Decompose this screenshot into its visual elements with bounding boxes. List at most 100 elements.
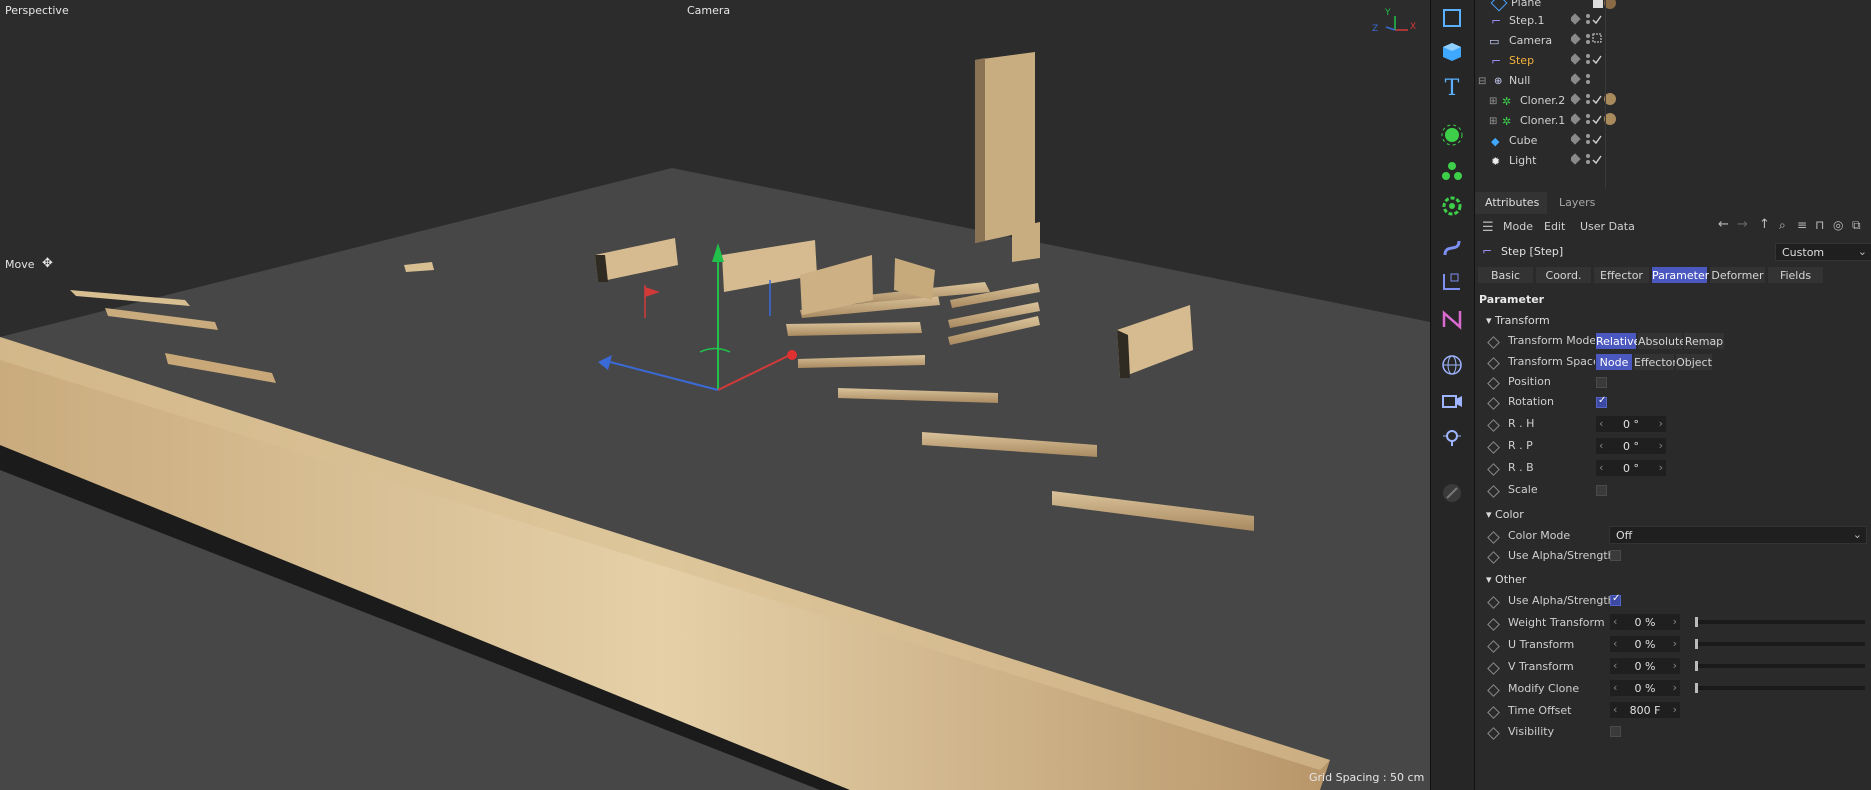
keyframe-icon[interactable] <box>1487 684 1500 697</box>
transform-section-header[interactable]: ▾ Transform <box>1486 314 1550 327</box>
back-arrow-icon[interactable]: ← <box>1718 217 1729 232</box>
new-window-icon[interactable]: ⧉ <box>1852 218 1861 233</box>
text-icon[interactable]: T <box>1437 73 1467 103</box>
other-alpha-checkbox[interactable] <box>1610 593 1621 606</box>
rectangle-spline-icon[interactable] <box>1437 3 1467 33</box>
color-alpha-checkbox[interactable] <box>1610 550 1621 561</box>
modify-clone-label: Modify Clone <box>1508 682 1580 695</box>
menu-mode[interactable]: Mode <box>1503 220 1533 233</box>
keyframe-icon[interactable] <box>1487 441 1500 454</box>
keyframe-icon[interactable] <box>1487 357 1500 370</box>
keyframe-icon[interactable] <box>1487 662 1500 675</box>
expand-icon[interactable]: ⊞ <box>1489 96 1497 107</box>
weight-transform-slider[interactable] <box>1695 617 1865 627</box>
modify-clone-field[interactable]: ‹ 0 % › <box>1609 679 1681 697</box>
object-row-step[interactable]: ⌐ Step <box>1475 51 1871 71</box>
cube-icon[interactable] <box>1437 37 1467 67</box>
cube-icon: ◆ <box>1491 134 1500 148</box>
v-transform-slider[interactable] <box>1695 661 1865 671</box>
deformer-icon[interactable] <box>1437 233 1467 263</box>
rb-field[interactable]: ‹ 0 ° › <box>1595 459 1667 477</box>
weight-transform-field[interactable]: ‹ 0 % › <box>1609 613 1681 631</box>
rp-field[interactable]: ‹ 0 ° › <box>1595 437 1667 455</box>
subtab-coord[interactable]: Coord. <box>1535 266 1592 284</box>
object-row-step1[interactable]: ⌐ Step.1 <box>1475 11 1871 31</box>
mograph-icon[interactable] <box>1437 156 1467 186</box>
color-mode-dropdown[interactable]: Off ⌄ <box>1609 526 1867 544</box>
object-row-light[interactable]: ✹ Light <box>1475 151 1871 171</box>
keyframe-icon[interactable] <box>1487 640 1500 653</box>
light-tool-icon[interactable] <box>1437 422 1467 452</box>
object-row-cube[interactable]: ◆ Cube <box>1475 131 1871 151</box>
subtab-effector[interactable]: Effector <box>1593 266 1650 284</box>
scale-checkbox[interactable] <box>1596 485 1607 496</box>
rh-field[interactable]: ‹ 0 ° › <box>1595 415 1667 433</box>
keyframe-icon[interactable] <box>1487 706 1500 719</box>
3d-viewport[interactable]: Perspective Camera Move ✥ Grid Spacing :… <box>0 0 1430 790</box>
view-name[interactable]: Perspective <box>5 4 69 17</box>
tool-label: Move <box>5 258 35 271</box>
object-row-null[interactable]: ⊟ ⊕ Null <box>1475 71 1871 91</box>
visibility-checkbox[interactable] <box>1610 726 1621 737</box>
effector-icon[interactable] <box>1437 191 1467 221</box>
keyframe-icon[interactable] <box>1487 336 1500 349</box>
v-transform-field[interactable]: ‹ 0 % › <box>1609 657 1681 675</box>
generator-icon[interactable] <box>1437 120 1467 150</box>
object-row-cloner2[interactable]: ⊞ ✲ Cloner.2 <box>1475 91 1871 111</box>
subtab-basic[interactable]: Basic <box>1477 266 1534 284</box>
keyframe-icon[interactable] <box>1487 531 1500 544</box>
step-effector-icon: ⌐ <box>1482 244 1493 258</box>
time-offset-field[interactable]: ‹ 800 F › <box>1609 701 1681 719</box>
u-transform-field[interactable]: ‹ 0 % › <box>1609 635 1681 653</box>
expand-icon[interactable]: ⊞ <box>1489 116 1497 127</box>
position-label: Position <box>1508 375 1551 388</box>
other-section-header[interactable]: ▾ Other <box>1486 573 1526 586</box>
modify-clone-slider[interactable] <box>1695 683 1865 693</box>
filter-icon[interactable]: ≡ <box>1797 218 1807 232</box>
target-icon[interactable]: ◎ <box>1833 218 1843 232</box>
u-transform-slider[interactable] <box>1695 639 1865 649</box>
subtab-fields[interactable]: Fields <box>1767 266 1824 284</box>
camera-tool-icon[interactable] <box>1437 386 1467 416</box>
position-checkbox[interactable] <box>1596 377 1607 388</box>
forward-arrow-icon[interactable]: → <box>1737 217 1748 232</box>
space-node[interactable]: Node <box>1595 353 1633 371</box>
field-icon[interactable] <box>1437 266 1467 296</box>
tab-layers[interactable]: Layers <box>1559 196 1595 209</box>
sculpt-icon[interactable] <box>1437 478 1467 508</box>
object-flags-column[interactable] <box>1571 0 1651 170</box>
keyframe-icon[interactable] <box>1487 463 1500 476</box>
space-effector[interactable]: Effector <box>1633 353 1677 371</box>
keyframe-icon[interactable] <box>1487 419 1500 432</box>
menu-user-data[interactable]: User Data <box>1580 220 1635 233</box>
keyframe-icon[interactable] <box>1487 397 1500 410</box>
keyframe-icon[interactable] <box>1487 485 1500 498</box>
mode-remap[interactable]: Remap <box>1683 332 1725 350</box>
subtab-parameter[interactable]: Parameter <box>1651 266 1709 284</box>
keyframe-icon[interactable] <box>1487 727 1500 740</box>
rotation-checkbox[interactable] <box>1596 395 1607 408</box>
spline-tool-icon[interactable] <box>1437 304 1467 334</box>
menu-edit[interactable]: Edit <box>1544 220 1565 233</box>
keyframe-icon[interactable] <box>1487 551 1500 564</box>
keyframe-icon[interactable] <box>1487 377 1500 390</box>
keyframe-icon[interactable] <box>1487 596 1500 609</box>
object-row-cloner1[interactable]: ⊞ ✲ Cloner.1 <box>1475 111 1871 131</box>
mode-relative[interactable]: Relative <box>1595 332 1640 350</box>
color-section-header[interactable]: ▾ Color <box>1486 508 1524 521</box>
space-object[interactable]: Object <box>1675 353 1713 371</box>
rb-label: R . B <box>1508 461 1534 474</box>
collapse-icon[interactable]: ⊟ <box>1478 76 1486 87</box>
mode-absolute[interactable]: Absolute <box>1637 332 1686 350</box>
up-arrow-icon[interactable]: ↑ <box>1759 217 1770 232</box>
camera-label[interactable]: Camera <box>687 4 730 17</box>
subtab-deformer[interactable]: Deformer <box>1709 266 1766 284</box>
search-icon[interactable]: ⌕ <box>1779 218 1786 233</box>
preset-dropdown[interactable]: Custom ⌄ <box>1775 243 1871 261</box>
command-palette: T <box>1430 0 1475 790</box>
lock-icon[interactable]: ⊓ <box>1815 218 1824 232</box>
environment-icon[interactable] <box>1437 350 1467 380</box>
object-row-camera[interactable]: ▭ Camera <box>1475 31 1871 51</box>
hamburger-menu-icon[interactable]: ☰ <box>1482 220 1494 235</box>
keyframe-icon[interactable] <box>1487 618 1500 631</box>
